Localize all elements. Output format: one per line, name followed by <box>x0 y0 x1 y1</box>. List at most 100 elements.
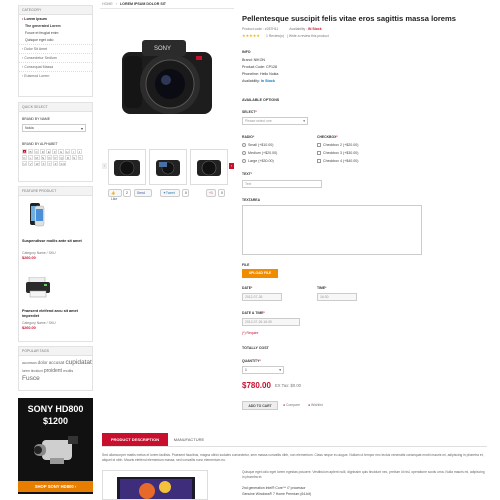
tab-manufacture[interactable]: MANUFACTURE <box>168 433 210 446</box>
alphabet-letter[interactable]: Z <box>53 161 59 166</box>
category-item-consectetur[interactable]: › Consectetur Sedlum <box>19 54 92 63</box>
featured-box: FEATURE PRODUCT Suspendisse mollis ante … <box>18 186 93 342</box>
select-label: SELECT* <box>242 110 257 114</box>
tag-link[interactable]: proident <box>44 368 62 374</box>
featured-product-image[interactable] <box>29 203 45 229</box>
camcorder-image <box>32 432 80 471</box>
subcategory-item[interactable]: Fusce et feugiat enim <box>19 30 92 37</box>
date-label: DATE* <box>242 286 253 290</box>
file-label: FILE <box>242 263 250 267</box>
write-review-link[interactable]: | Write a review this product <box>287 34 329 38</box>
alphabet-letter[interactable]: B <box>28 149 34 154</box>
alphabet-letter[interactable]: A <box>22 149 28 154</box>
facebook-like-button[interactable]: 👍Like <box>108 189 122 201</box>
featured-product-name[interactable]: Suspendisse mollis ante sit amet <box>22 239 84 244</box>
reviews-link[interactable]: 1 Review(s) <box>266 34 284 38</box>
alphabet-letter[interactable]: 0-9 <box>59 161 67 166</box>
alphabet-letter[interactable]: N <box>40 155 46 160</box>
prev-thumb-button[interactable]: ‹ <box>102 163 107 169</box>
facebook-send-button[interactable]: Send <box>134 189 152 197</box>
google-plus-button[interactable]: +1 <box>206 189 216 197</box>
product-thumbnail[interactable] <box>190 149 228 185</box>
product-title: Pellentesque suscipit felis vitae eros s… <box>242 14 456 23</box>
date-input[interactable]: 2012-07-26 <box>242 293 282 301</box>
description-paragraph: Sed ullamcorper mattis metus et lorem fa… <box>102 453 484 462</box>
tweet-button[interactable]: ✦Tweet <box>160 189 180 197</box>
checkbox-icon <box>317 143 321 148</box>
alphabet-letter[interactable]: U <box>22 161 28 166</box>
category-item-euismod[interactable]: › Euismod Lorem <box>19 72 92 80</box>
compare-icon: ● <box>283 403 286 407</box>
alphabet-letter[interactable]: E <box>46 149 52 154</box>
option-select[interactable]: Please select one ▾ <box>242 117 308 125</box>
alphabet-letter[interactable]: I <box>70 149 76 154</box>
alphabet-letter[interactable]: L <box>28 155 34 160</box>
alphabet-letter[interactable]: T <box>77 155 83 160</box>
tag-link[interactable]: mollis <box>63 368 73 373</box>
alphabet-letter[interactable]: S <box>71 155 77 160</box>
category-box: CATEGORY • Lorem Ipsum The generated Lor… <box>18 5 93 97</box>
tab-product-description[interactable]: PRODUCT DESCRIPTION <box>102 433 168 446</box>
text-input[interactable]: Text <box>242 180 322 188</box>
radio-option-large[interactable]: Large (+$30.00) <box>242 157 277 165</box>
alphabet-letter[interactable]: F <box>52 149 58 154</box>
checkbox-option-4[interactable]: Checkbox 4 (+$40.00) <box>317 157 358 165</box>
thumbs-up-icon: 👍 <box>111 191 116 195</box>
category-item-lorem-ipsum[interactable]: • Lorem Ipsum <box>19 15 92 23</box>
breadcrumb-home[interactable]: HOME <box>102 2 113 6</box>
banner-cta-button[interactable]: SHOP SONY HD800 › <box>18 481 93 492</box>
compare-link[interactable]: ● Compare <box>283 403 300 407</box>
sony-ad-banner[interactable]: SONY HD800 $1200 SHOP SONY HD800 › <box>18 398 93 494</box>
subcategory-item[interactable]: The generated Lorem <box>19 23 92 30</box>
tag-link[interactable]: Fusce <box>22 375 40 382</box>
product-thumbnail[interactable] <box>149 149 187 185</box>
alphabet-letter[interactable]: M <box>34 155 40 160</box>
tag-link[interactable]: dolor <box>38 360 48 365</box>
alphabet-letter[interactable]: G <box>58 149 64 154</box>
alphabet-letter[interactable]: D <box>40 149 46 154</box>
quantity-select[interactable]: 1 ▾ <box>242 366 284 374</box>
featured-product-image[interactable] <box>25 276 51 299</box>
quick-select-box: QUICK SELECT BRAND BY NAME Nokia ▾ BRAND… <box>18 102 93 182</box>
alphabet-letter[interactable]: R <box>65 155 71 160</box>
subcategory-item[interactable]: Quisque eget odio <box>19 37 92 45</box>
alphabet-grid: A B C D E F G H I J K L M N O P Q R S T U V W X Y Z 0-9 <box>22 149 84 166</box>
checkbox-option-3[interactable]: Checkbox 3 (+$30.00) <box>317 149 358 157</box>
banner-title: SONY HD800 <box>27 404 84 414</box>
alphabet-letter[interactable]: J <box>76 149 82 154</box>
alphabet-letter[interactable]: P <box>53 155 59 160</box>
alphabet-letter[interactable]: H <box>64 149 70 154</box>
alphabet-letter[interactable]: C <box>34 149 40 154</box>
datetime-input[interactable]: 2012-07-26 16:30 <box>242 318 300 326</box>
alphabet-letter[interactable]: O <box>46 155 53 160</box>
tag-link[interactable]: accumsan <box>22 361 37 365</box>
product-price: $780.00 <box>242 381 271 390</box>
tag-link[interactable]: lorem tincidunt <box>22 369 43 373</box>
category-item-consequat[interactable]: › Consequat Massa <box>19 63 92 72</box>
time-input[interactable]: 16:30 <box>317 293 357 301</box>
alphabet-letter[interactable]: Q <box>59 155 65 160</box>
quick-select-heading: QUICK SELECT <box>19 103 92 112</box>
brand-select[interactable]: Nokia ▾ <box>22 124 86 132</box>
textarea-input[interactable] <box>242 205 422 255</box>
alphabet-letter[interactable]: X <box>41 161 47 166</box>
add-to-cart-button[interactable]: ADD TO CART <box>242 401 278 410</box>
radio-option-medium[interactable]: Medium (+$20.00) <box>242 149 277 157</box>
alphabet-letter[interactable]: K <box>22 155 28 160</box>
tag-link[interactable]: cupidatat <box>65 359 91 366</box>
alphabet-letter[interactable]: W <box>34 161 41 166</box>
alphabet-letter[interactable]: Y <box>47 161 53 166</box>
category-item-dolor[interactable]: › Dolor Sit Amet <box>19 45 92 54</box>
tag-link[interactable]: accusat <box>49 360 65 365</box>
popular-tags-heading: POPULAR TAGS <box>19 347 92 356</box>
next-thumb-button[interactable]: › <box>229 163 234 169</box>
radio-option-small[interactable]: Small (+$10.00) <box>242 141 277 149</box>
upload-file-button[interactable]: UPLOAD FILE <box>242 269 278 278</box>
product-thumbnail[interactable] <box>108 149 146 185</box>
product-main-image[interactable]: SONY <box>102 12 232 142</box>
featured-product-name[interactable]: Praesent eleifend arcu sit amet imperdie… <box>22 309 84 319</box>
description-image <box>102 470 208 500</box>
wishlist-link[interactable]: ● Wishlist <box>308 403 323 407</box>
checkbox-option-2[interactable]: Checkbox 2 (+$20.00) <box>317 141 358 149</box>
alphabet-letter[interactable]: V <box>28 161 34 166</box>
